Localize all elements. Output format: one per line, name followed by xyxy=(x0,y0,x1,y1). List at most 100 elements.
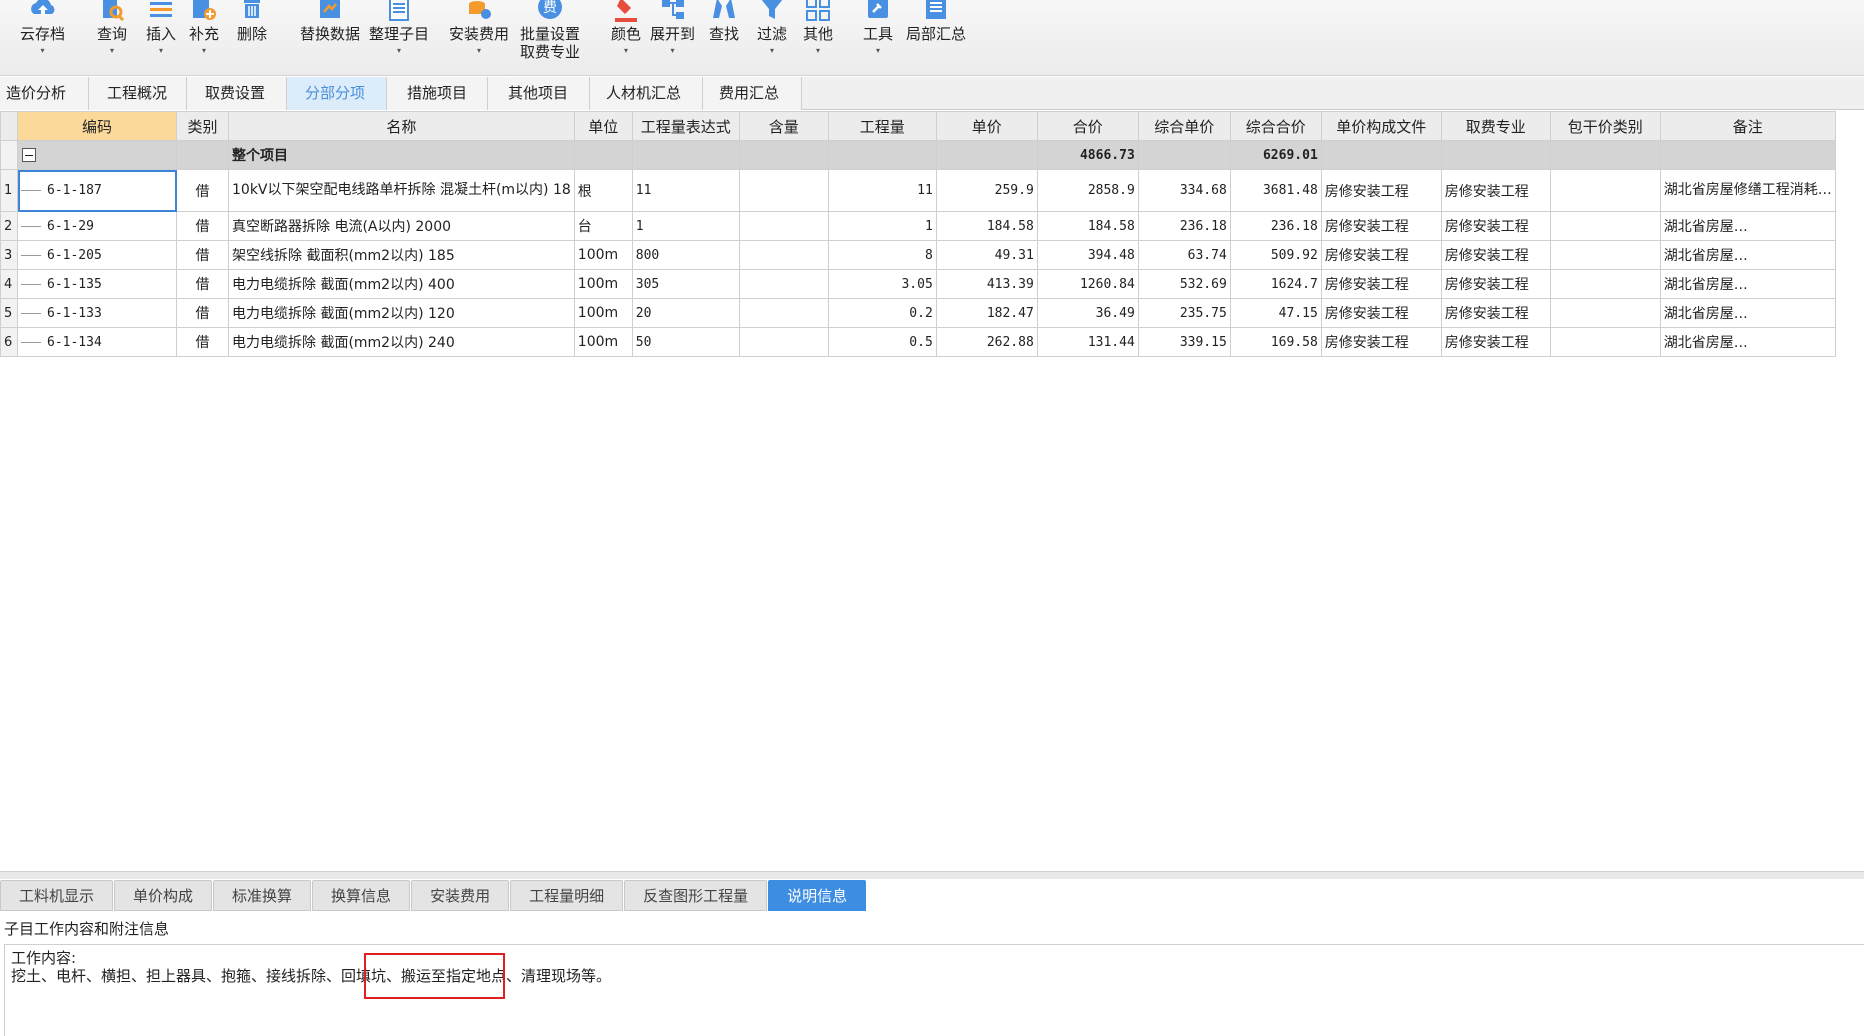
tab-install-fee[interactable]: 安装费用 xyxy=(411,880,510,911)
col-header-unit[interactable]: 单位 xyxy=(573,111,633,141)
col-header-type[interactable]: 类别 xyxy=(176,111,229,141)
col-header-comp-total[interactable]: 综合合价 xyxy=(1229,111,1322,141)
replace-data-button[interactable]: 替换数据 xyxy=(300,0,360,74)
row-unit-price[interactable]: 49.31 xyxy=(935,240,1038,270)
tab-cost-analysis[interactable]: 造价分析 xyxy=(0,77,89,110)
row-number[interactable]: 1 xyxy=(0,169,18,212)
corner-cell[interactable] xyxy=(0,111,18,141)
tab-project-overview[interactable]: 工程概况 xyxy=(89,77,187,110)
row-unit[interactable]: 100m xyxy=(573,269,633,299)
row-content[interactable] xyxy=(738,169,829,212)
row-comp-unit-price[interactable]: 339.15 xyxy=(1137,327,1231,357)
row-unit[interactable]: 台 xyxy=(573,211,633,241)
row-unit-price[interactable]: 184.58 xyxy=(935,211,1038,241)
row-comp-unit-price[interactable]: 532.69 xyxy=(1137,269,1231,299)
row-comp-unit-price[interactable]: 334.68 xyxy=(1137,169,1231,212)
row-name[interactable]: 电力电缆拆除 截面(mm2以内) 400 xyxy=(228,269,575,299)
row-qty-expr[interactable]: 1 xyxy=(631,211,740,241)
cloud-save-button[interactable]: 云存档 ▾ xyxy=(20,0,65,74)
tab-measures[interactable]: 措施项目 xyxy=(387,77,488,110)
table-row[interactable]: 3 6-1-205 借架空线拆除 截面积(mm2以内) 185 100m 800 8 49.… xyxy=(0,240,1836,270)
row-name[interactable]: 真空断路器拆除 电流(A以内) 2000 xyxy=(228,211,575,241)
tab-conversion-info[interactable]: 换算信息 xyxy=(312,880,411,911)
tab-fee-summary[interactable]: 费用汇总 xyxy=(703,77,802,110)
col-header-qty-expr[interactable]: 工程量表达式 xyxy=(631,111,740,141)
row-comp-total[interactable]: 3681.48 xyxy=(1229,169,1322,212)
install-fee-button[interactable]: 安装费用 ▾ xyxy=(449,0,509,74)
row-name[interactable]: 电力电缆拆除 截面(mm2以内) 240 xyxy=(228,327,575,357)
row-price-file[interactable]: 房修安装工程 xyxy=(1320,240,1442,270)
col-header-price-file[interactable]: 单价构成文件 xyxy=(1320,111,1442,141)
col-header-total-price[interactable]: 合价 xyxy=(1036,111,1139,141)
row-code[interactable]: 6-1-29 xyxy=(17,211,177,241)
row-note[interactable]: 湖北省房屋… xyxy=(1659,269,1836,299)
insert-button[interactable]: 插入 ▾ xyxy=(146,0,176,74)
row-number[interactable]: 4 xyxy=(0,269,18,299)
table-row[interactable]: 6 6-1-134 借电力电缆拆除 截面(mm2以内) 240 100m 50 0.5 26… xyxy=(0,327,1836,357)
row-total-price[interactable]: 1260.84 xyxy=(1036,269,1139,299)
row-price-file[interactable]: 房修安装工程 xyxy=(1320,298,1442,328)
table-row[interactable]: 5 6-1-133 借电力电缆拆除 截面(mm2以内) 120 100m 20 0.2 18… xyxy=(0,298,1836,328)
partial-summary-button[interactable]: 局部汇总 xyxy=(906,0,966,74)
other-button[interactable]: 其他 ▾ xyxy=(803,0,833,74)
query-button[interactable]: 查询 ▾ xyxy=(97,0,127,74)
row-fee-specialty[interactable]: 房修安装工程 xyxy=(1440,269,1551,299)
supplement-button[interactable]: 补充 ▾ xyxy=(189,0,219,74)
color-button[interactable]: 颜色 ▾ xyxy=(611,0,641,74)
expand-to-button[interactable]: 展开到 ▾ xyxy=(650,0,695,74)
row-number[interactable]: 3 xyxy=(0,240,18,270)
find-button[interactable]: 查找 xyxy=(709,0,739,74)
col-header-fee-specialty[interactable]: 取费专业 xyxy=(1440,111,1551,141)
row-total-price[interactable]: 36.49 xyxy=(1036,298,1139,328)
row-qty[interactable]: 8 xyxy=(827,240,937,270)
tab-sub-items[interactable]: 分部分项 xyxy=(287,77,387,110)
row-qty-expr[interactable]: 800 xyxy=(631,240,740,270)
row-type[interactable]: 借 xyxy=(176,298,229,328)
row-fee-specialty[interactable]: 房修安装工程 xyxy=(1440,169,1551,212)
row-code[interactable]: 6-1-205 xyxy=(17,240,177,270)
row-qty[interactable]: 0.2 xyxy=(827,298,937,328)
row-package-type[interactable] xyxy=(1549,240,1661,270)
tab-labor-material[interactable]: 工料机显示 xyxy=(0,880,114,911)
row-code[interactable]: 6-1-135 xyxy=(17,269,177,299)
row-package-type[interactable] xyxy=(1549,269,1661,299)
tab-labor-material-summary[interactable]: 人材机汇总 xyxy=(590,77,703,110)
row-fee-specialty[interactable]: 房修安装工程 xyxy=(1440,298,1551,328)
row-comp-total[interactable]: 47.15 xyxy=(1229,298,1322,328)
row-qty-expr[interactable]: 50 xyxy=(631,327,740,357)
row-package-type[interactable] xyxy=(1549,211,1661,241)
row-unit[interactable]: 根 xyxy=(573,169,633,212)
row-unit[interactable]: 100m xyxy=(573,298,633,328)
row-note[interactable]: 湖北省房屋修缮工程消耗… xyxy=(1659,169,1836,212)
row-unit-price[interactable]: 259.9 xyxy=(935,169,1038,212)
table-row[interactable]: 1 6-1-187 借 10kV以下架空配电线路单杆拆除 混凝土杆(m以内) 18 根 1… xyxy=(0,169,1836,212)
row-comp-total[interactable]: 1624.7 xyxy=(1229,269,1322,299)
row-unit-price[interactable]: 262.88 xyxy=(935,327,1038,357)
row-comp-unit-price[interactable]: 63.74 xyxy=(1137,240,1231,270)
row-note[interactable]: 湖北省房屋… xyxy=(1659,211,1836,241)
row-qty-expr[interactable]: 20 xyxy=(631,298,740,328)
tab-qty-detail[interactable]: 工程量明细 xyxy=(510,880,624,911)
row-code[interactable]: 6-1-187 xyxy=(17,169,177,212)
row-note[interactable]: 湖北省房屋… xyxy=(1659,240,1836,270)
tab-unit-price-composition[interactable]: 单价构成 xyxy=(114,880,213,911)
tab-description[interactable]: 说明信息 xyxy=(768,880,867,911)
tab-other-items[interactable]: 其他项目 xyxy=(488,77,590,110)
row-number[interactable]: 2 xyxy=(0,211,18,241)
row-package-type[interactable] xyxy=(1549,327,1661,357)
row-content[interactable] xyxy=(738,327,829,357)
col-header-code[interactable]: 编码 xyxy=(17,111,177,141)
row-comp-total[interactable]: 509.92 xyxy=(1229,240,1322,270)
row-name[interactable]: 电力电缆拆除 截面(mm2以内) 120 xyxy=(228,298,575,328)
col-header-comp-unit-price[interactable]: 综合单价 xyxy=(1137,111,1231,141)
row-number[interactable]: 6 xyxy=(0,327,18,357)
row-total-price[interactable]: 184.58 xyxy=(1036,211,1139,241)
row-name[interactable]: 10kV以下架空配电线路单杆拆除 混凝土杆(m以内) 18 xyxy=(228,169,575,212)
row-content[interactable] xyxy=(738,269,829,299)
row-type[interactable]: 借 xyxy=(176,327,229,357)
row-qty[interactable]: 11 xyxy=(827,169,937,212)
delete-button[interactable]: 删除 xyxy=(237,0,267,74)
collapse-icon[interactable] xyxy=(22,148,36,162)
row-total-price[interactable]: 2858.9 xyxy=(1036,169,1139,212)
panel-splitter[interactable] xyxy=(0,871,1864,879)
